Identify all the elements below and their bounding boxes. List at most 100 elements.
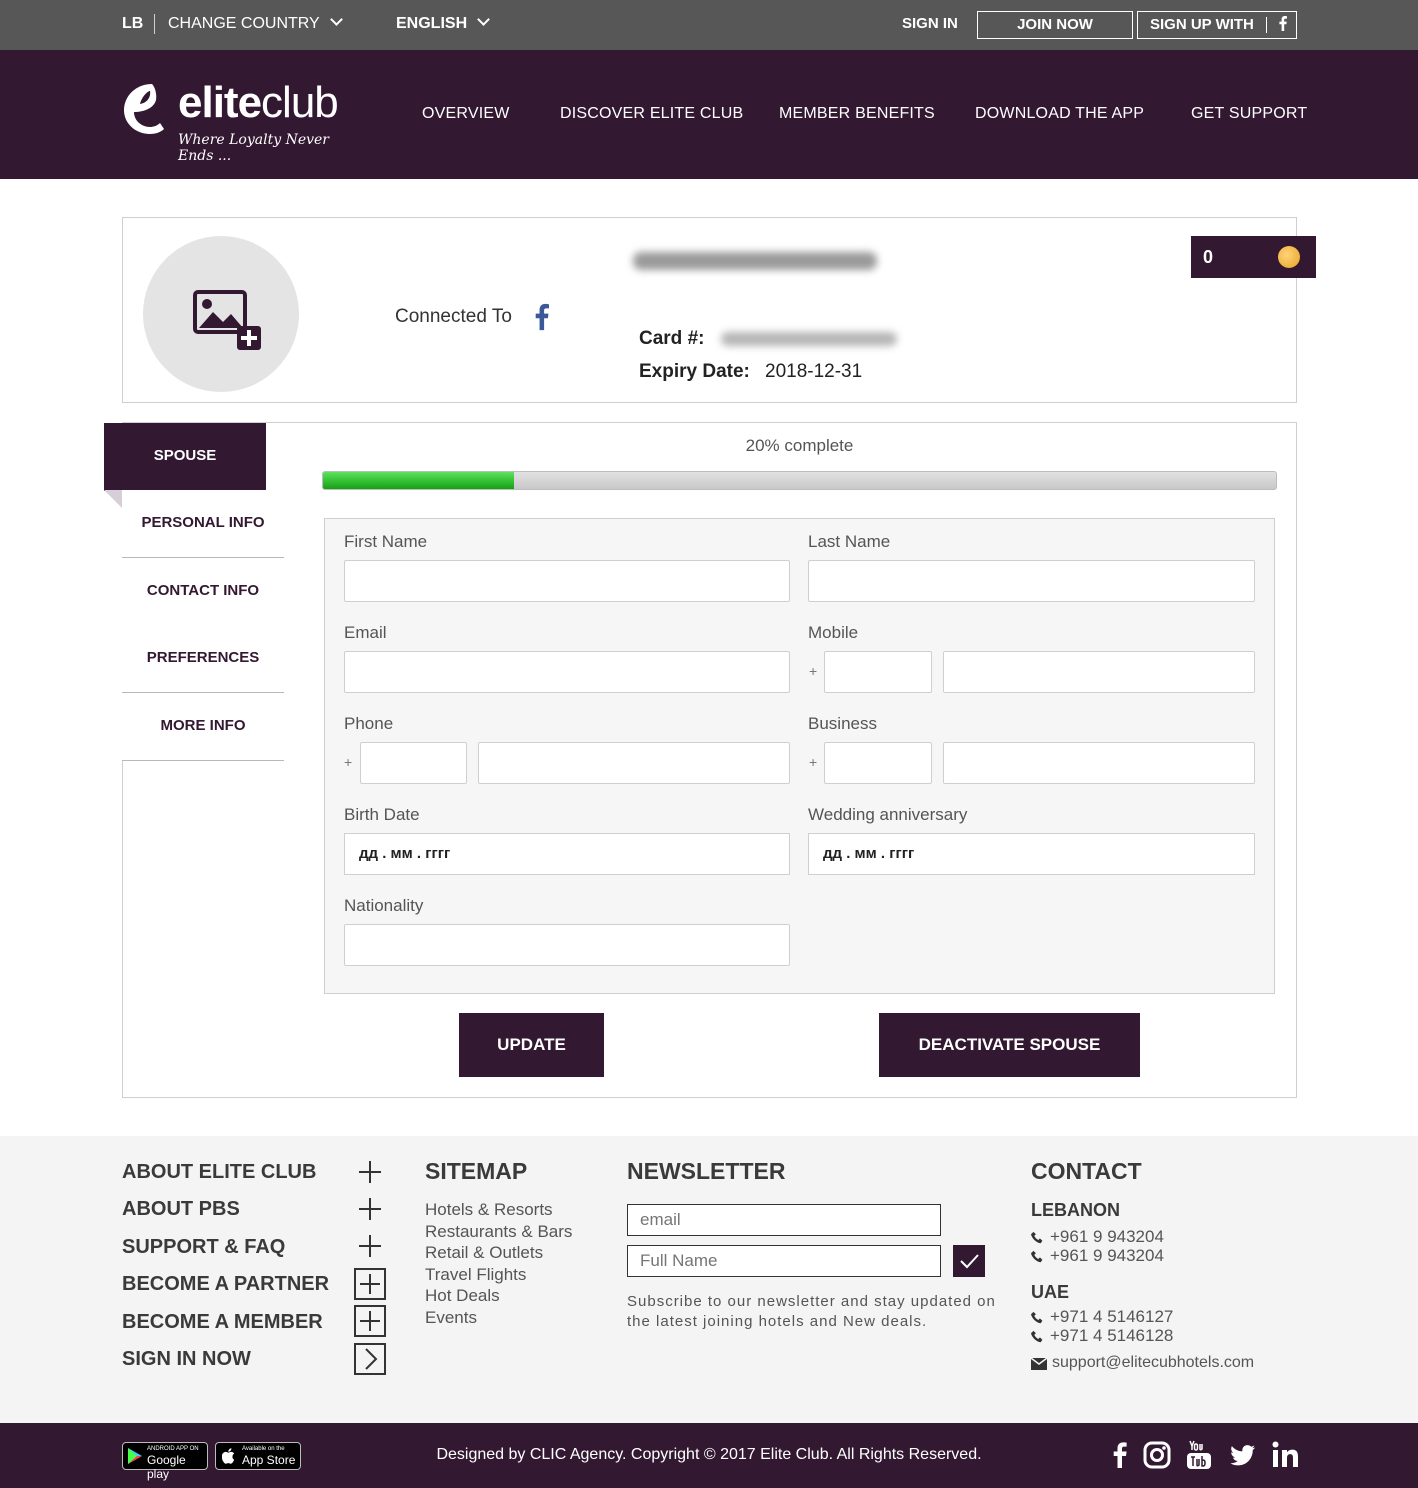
email-label: Email (344, 623, 387, 642)
nav-overview[interactable]: OVERVIEW (422, 50, 510, 179)
sitemap-hot-deals[interactable]: Hot Deals (425, 1286, 500, 1306)
tab-preferences[interactable]: PREFERENCES (122, 625, 284, 693)
youtube-icon[interactable] (1183, 1439, 1215, 1471)
progress-bar (322, 471, 1277, 490)
plus-icon[interactable] (354, 1156, 386, 1188)
join-now-button[interactable]: JOIN NOW (977, 11, 1133, 39)
add-image-icon (193, 290, 261, 350)
plus-box-icon[interactable] (354, 1268, 386, 1300)
points-value: 0 (1203, 247, 1214, 267)
mobile-country-code-input[interactable] (824, 651, 932, 693)
phone-label: Phone (344, 714, 394, 733)
footer-sign-in-now[interactable]: SIGN IN NOW (122, 1348, 251, 1371)
sitemap-retail-outlets[interactable]: Retail & Outlets (425, 1243, 543, 1263)
last-name-input[interactable] (808, 560, 1255, 602)
nav-get-support[interactable]: GET SUPPORT (1191, 50, 1307, 179)
tab-personal-info[interactable]: PERSONAL INFO (122, 490, 284, 558)
update-button[interactable]: UPDATE (459, 1013, 604, 1077)
newsletter-title: NEWSLETTER (627, 1158, 786, 1184)
nav-discover-elite-club[interactable]: DISCOVER ELITE CLUB (560, 50, 743, 179)
instagram-icon[interactable] (1141, 1439, 1173, 1471)
top-bar: LB CHANGE COUNTRY ENGLISH SIGN IN JOIN N… (0, 0, 1418, 50)
wedding-anniversary-input[interactable]: дд . мм . гггг (808, 833, 1255, 875)
footer-support-faq[interactable]: SUPPORT & FAQ (122, 1236, 285, 1259)
avatar-upload[interactable] (143, 236, 299, 392)
phone-number-input[interactable] (478, 742, 790, 784)
tab-more-info[interactable]: MORE INFO (122, 693, 284, 761)
mobile-number-input[interactable] (943, 651, 1255, 693)
logo-tagline: Where Loyalty Never Ends ... (178, 132, 329, 164)
sign-up-facebook-button[interactable]: SIGN UP WITH (1137, 11, 1297, 39)
change-country-label: CHANGE COUNTRY (168, 15, 320, 32)
apple-icon (222, 1448, 235, 1464)
newsletter-submit-button[interactable] (953, 1245, 985, 1277)
newsletter-email-input[interactable] (627, 1204, 941, 1236)
nav-download-app[interactable]: DOWNLOAD THE APP (975, 50, 1144, 179)
support-email[interactable]: support@elitecubhotels.com (1052, 1354, 1254, 1372)
mobile-plus-sign: + (809, 663, 818, 679)
sign-up-with-label: SIGN UP WITH (1150, 16, 1254, 33)
phone-icon (1031, 1250, 1043, 1263)
plus-icon[interactable] (354, 1193, 386, 1225)
birth-date-label: Birth Date (344, 805, 420, 824)
newsletter-name-input[interactable] (627, 1245, 941, 1277)
footer-become-partner[interactable]: BECOME A PARTNER (122, 1273, 329, 1296)
app-store-badge[interactable]: Available on the App Store (215, 1442, 301, 1470)
coin-icon (1278, 246, 1300, 268)
footer-become-member[interactable]: BECOME A MEMBER (122, 1311, 323, 1334)
facebook-icon (535, 303, 549, 331)
sitemap-hotels-resorts[interactable]: Hotels & Resorts (425, 1200, 553, 1220)
footer-about-pbs[interactable]: ABOUT PBS (122, 1198, 240, 1221)
uae-phone-1[interactable]: +971 4 5146127 (1050, 1307, 1173, 1327)
birth-date-input[interactable]: дд . мм . гггг (344, 833, 790, 875)
plus-box-icon[interactable] (354, 1305, 386, 1337)
linkedin-icon[interactable] (1270, 1439, 1302, 1471)
divider (154, 14, 155, 34)
sign-in-link[interactable]: SIGN IN (902, 0, 958, 50)
profile-card: Connected To Card #: Expiry Date: 2018-1… (122, 217, 1297, 403)
business-country-code-input[interactable] (824, 742, 932, 784)
first-name-input[interactable] (344, 560, 790, 602)
chevron-right-icon[interactable] (354, 1343, 386, 1375)
twitter-icon[interactable] (1226, 1439, 1258, 1471)
elite-club-logo[interactable]: eliteclub Where Loyalty Never Ends ... (122, 78, 362, 164)
divider (1266, 17, 1268, 34)
facebook-icon[interactable] (1104, 1439, 1136, 1471)
footer-about-elite-club[interactable]: ABOUT ELITE CLUB (122, 1161, 316, 1184)
contact-title: CONTACT (1031, 1158, 1142, 1184)
first-name-label: First Name (344, 532, 428, 551)
nationality-input[interactable] (344, 924, 790, 966)
sitemap-restaurants-bars[interactable]: Restaurants & Bars (425, 1222, 572, 1242)
tab-contact-info[interactable]: CONTACT INFO (122, 558, 284, 626)
lebanon-phone-2[interactable]: +961 9 943204 (1050, 1246, 1164, 1266)
footer: ABOUT ELITE CLUB ABOUT PBS SUPPORT & FAQ… (0, 1136, 1418, 1423)
progress-fill (323, 472, 514, 489)
logo-club: club (261, 78, 339, 127)
sitemap-events[interactable]: Events (425, 1308, 477, 1328)
country-code: LB (122, 15, 144, 32)
lebanon-phone-1[interactable]: +961 9 943204 (1050, 1227, 1164, 1247)
change-country-dropdown[interactable]: CHANGE COUNTRY (168, 0, 343, 50)
nav-member-benefits[interactable]: MEMBER BENEFITS (779, 50, 935, 179)
business-plus-sign: + (809, 754, 818, 770)
tab-spouse[interactable]: SPOUSE (104, 423, 266, 491)
language-label: ENGLISH (396, 15, 468, 32)
mobile-label: Mobile (808, 623, 859, 642)
email-input[interactable] (344, 651, 790, 693)
bottom-bar: Designed by CLIC Agency. Copyright © 201… (0, 1423, 1418, 1488)
expiry-date-label: Expiry Date: (639, 361, 750, 382)
language-dropdown[interactable]: ENGLISH (396, 0, 490, 50)
google-play-icon (128, 1448, 142, 1464)
member-name-redacted (633, 252, 877, 270)
business-number-input[interactable] (943, 742, 1255, 784)
sitemap-title: SITEMAP (425, 1158, 528, 1184)
phone-country-code-input[interactable] (360, 742, 467, 784)
sitemap-travel-flights[interactable]: Travel Flights (425, 1265, 526, 1285)
uae-phone-2[interactable]: +971 4 5146128 (1050, 1326, 1173, 1346)
logo-wordmark: eliteclub (178, 78, 339, 128)
deactivate-spouse-button[interactable]: DEACTIVATE SPOUSE (879, 1013, 1140, 1077)
plus-icon[interactable] (354, 1230, 386, 1262)
wedding-anniversary-label: Wedding anniversary (808, 805, 968, 824)
google-play-badge[interactable]: ANDROID APP ON Google play (122, 1442, 208, 1481)
chevron-down-icon (329, 13, 343, 26)
